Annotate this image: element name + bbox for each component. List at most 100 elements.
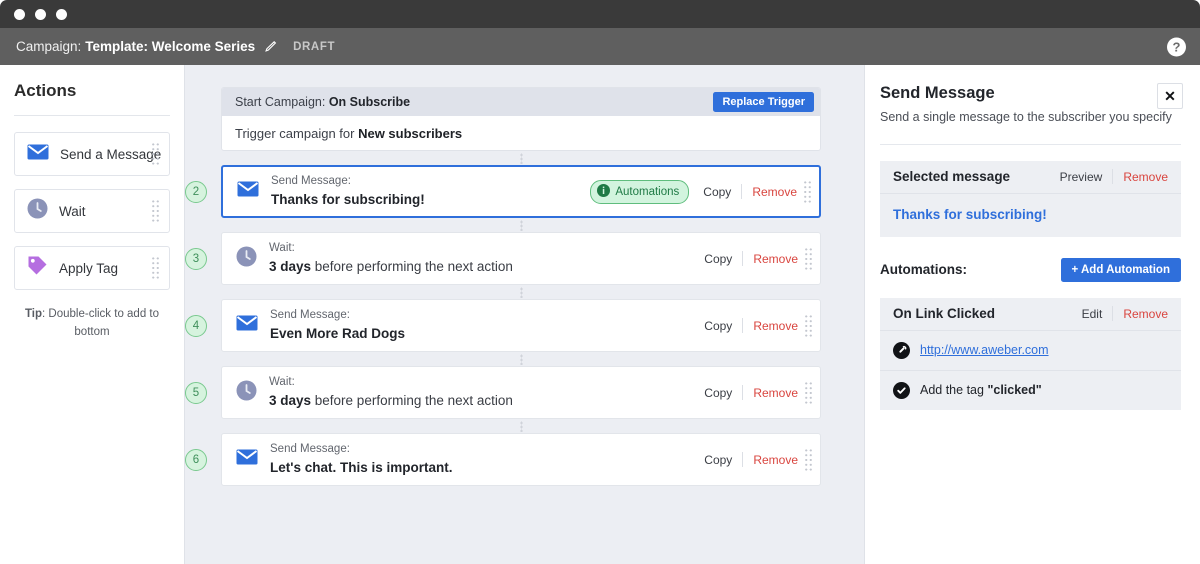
step-card[interactable]: Send Message:Even More Rad Dogs Copy Remov… [221,299,821,352]
step-number: 3 [185,248,207,270]
trigger-body-prefix: Trigger campaign for [235,126,354,141]
step-row: 4 Send Message:Even More Rad Dogs Copy Remo… [185,299,864,352]
step-actions: Copy Remove [704,251,798,266]
panel-divider [880,144,1181,145]
step-connector [221,285,821,299]
step-card[interactable]: Send Message:Thanks for subscribing!Auto… [221,165,821,218]
clock-icon [236,380,257,406]
selected-message-header: Selected message Preview Remove [880,161,1181,194]
drag-handle-icon[interactable] [151,199,160,223]
trigger-card-body: Trigger campaign for New subscribers [222,116,820,150]
step-main: Even More Rad Dogs [270,324,405,344]
envelope-icon [237,181,259,202]
automation-card-actions: Edit Remove [1082,306,1168,321]
step-row: 2 Send Message:Thanks for subscribing!Aut… [185,165,864,218]
sidebar-item-send-a-message[interactable]: Send a Message [14,132,170,176]
remove-step-link[interactable]: Remove [753,319,798,333]
automations-header: Automations: + Add Automation [880,258,1181,282]
info-icon [597,184,610,200]
edit-automation-link[interactable]: Edit [1082,307,1103,321]
copy-step-link[interactable]: Copy [704,252,732,266]
step-number: 6 [185,449,207,471]
add-automation-button[interactable]: + Add Automation [1061,258,1182,282]
trigger-body-value: New subscribers [358,126,462,141]
automations-badge-label: Automations [615,186,679,198]
sidebar-tip-prefix: Tip [25,308,42,320]
remove-automation-link[interactable]: Remove [1123,307,1168,321]
main-body: Actions Send a Message Wait [0,65,1200,564]
trigger-head-label: Start Campaign: [235,95,325,109]
envelope-icon [236,449,258,470]
window-minimize-dot[interactable] [35,9,46,20]
status-badge: DRAFT [293,41,335,53]
selected-message-actions: Preview Remove [1060,169,1168,184]
step-card[interactable]: Wait:3 days before performing the next a… [221,232,821,285]
step-row: 6 Send Message:Let's chat. This is import… [185,433,864,486]
window-close-dot[interactable] [14,9,25,20]
automation-card: On Link Clicked Edit Remove http://www.a… [880,298,1181,410]
step-number: 5 [185,382,207,404]
automations-badge[interactable]: Automations [590,180,689,204]
divider [742,318,743,333]
step-kicker: Send Message: [270,441,453,458]
preview-link[interactable]: Preview [1060,170,1103,184]
trigger-card[interactable]: Start Campaign: On Subscribe Replace Tri… [221,87,821,151]
automation-card-title: On Link Clicked [893,306,995,321]
pencil-icon[interactable] [264,40,277,53]
step-kicker: Send Message: [270,307,405,324]
sidebar-item-apply-tag[interactable]: Apply Tag [14,246,170,290]
actions-sidebar: Actions Send a Message Wait [0,65,185,564]
help-icon[interactable]: ? [1167,37,1186,56]
step-number: 2 [185,181,207,203]
copy-step-link[interactable]: Copy [703,185,731,199]
remove-step-link[interactable]: Remove [753,252,798,266]
link-icon [893,342,910,359]
step-card[interactable]: Send Message:Let's chat. This is importa… [221,433,821,486]
copy-step-link[interactable]: Copy [704,453,732,467]
step-main: 3 days before performing the next action [269,257,513,277]
step-connector [221,419,821,433]
drag-handle-icon[interactable] [804,247,813,271]
envelope-icon [236,315,258,336]
drag-handle-icon[interactable] [804,448,813,472]
sidebar-item-label: Send a Message [60,147,161,162]
step-text: Wait:3 days before performing the next a… [269,240,513,277]
campaign-header-bar: Campaign: Template: Welcome Series DRAFT… [0,28,1200,65]
step-kicker: Send Message: [271,173,425,190]
divider [1112,306,1113,321]
campaign-prefix-label: Campaign: [16,39,81,54]
step-actions: Copy Remove [704,452,798,467]
drag-handle-icon[interactable] [151,142,160,166]
sidebar-item-wait[interactable]: Wait [14,189,170,233]
copy-step-link[interactable]: Copy [704,386,732,400]
remove-step-link[interactable]: Remove [753,453,798,467]
copy-step-link[interactable]: Copy [704,319,732,333]
remove-message-link[interactable]: Remove [1123,170,1168,184]
selected-message-name[interactable]: Thanks for subscribing! [893,207,1047,222]
step-main: Let's chat. This is important. [270,458,453,478]
remove-step-link[interactable]: Remove [752,185,797,199]
close-icon[interactable]: ✕ [1157,83,1183,109]
step-card[interactable]: Wait:3 days before performing the next a… [221,366,821,419]
selected-message-body: Thanks for subscribing! [880,194,1181,237]
drag-handle-icon[interactable] [151,256,160,280]
drag-handle-icon[interactable] [804,314,813,338]
sidebar-item-label: Wait [59,204,86,219]
drag-handle-icon[interactable] [803,180,812,204]
replace-trigger-button[interactable]: Replace Trigger [713,92,814,112]
selected-message-heading: Selected message [893,169,1010,184]
app-window: Campaign: Template: Welcome Series DRAFT… [0,0,1200,564]
trigger-head-text: Start Campaign: On Subscribe [235,95,410,109]
drag-handle-icon[interactable] [804,381,813,405]
panel-subtitle: Send a single message to the subscriber … [880,109,1181,127]
automation-tag-value: "clicked" [987,383,1041,397]
trigger-card-header: Start Campaign: On Subscribe Replace Tri… [222,88,820,116]
remove-step-link[interactable]: Remove [753,386,798,400]
step-text: Send Message:Let's chat. This is importa… [270,441,453,478]
step-kicker: Wait: [269,240,513,257]
clock-icon [27,198,48,224]
window-maximize-dot[interactable] [56,9,67,20]
step-number: 4 [185,315,207,337]
window-chrome [0,0,1200,28]
automation-url[interactable]: http://www.aweber.com [920,343,1049,357]
